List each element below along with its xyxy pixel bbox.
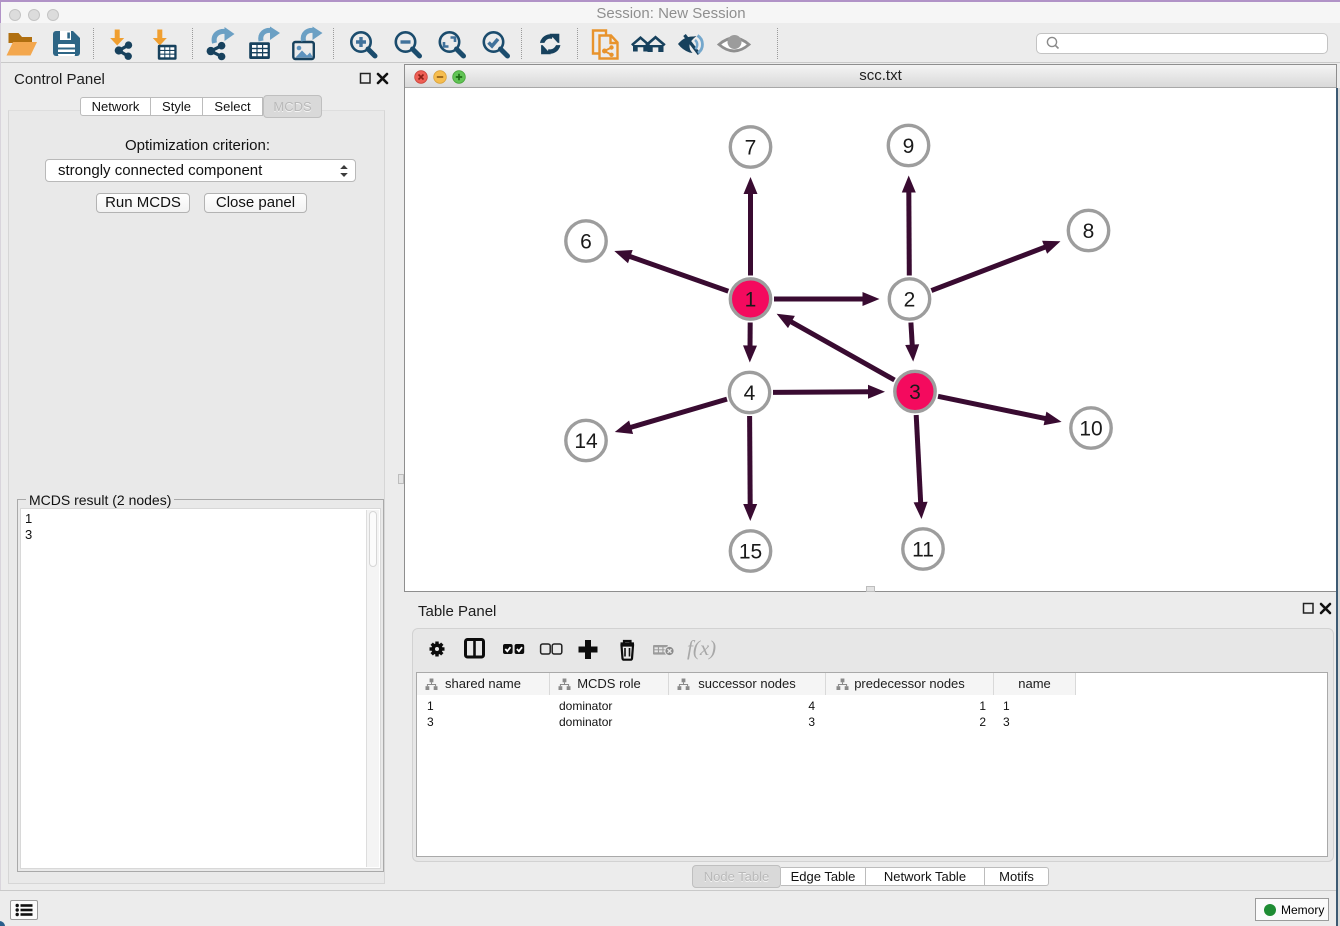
svg-text:f(x): f(x) [687,636,716,660]
svg-text:11: 11 [912,539,934,562]
svg-text:9: 9 [903,135,915,158]
svg-text:15: 15 [739,541,762,564]
svg-text:2: 2 [904,289,916,312]
svg-text:3: 3 [909,381,921,404]
svg-text:6: 6 [580,231,592,254]
svg-text:1: 1 [745,289,757,312]
svg-text:8: 8 [1083,220,1095,243]
svg-text:4: 4 [744,382,756,405]
svg-text:14: 14 [574,430,598,453]
svg-text:7: 7 [745,137,757,160]
svg-text:10: 10 [1079,418,1102,441]
